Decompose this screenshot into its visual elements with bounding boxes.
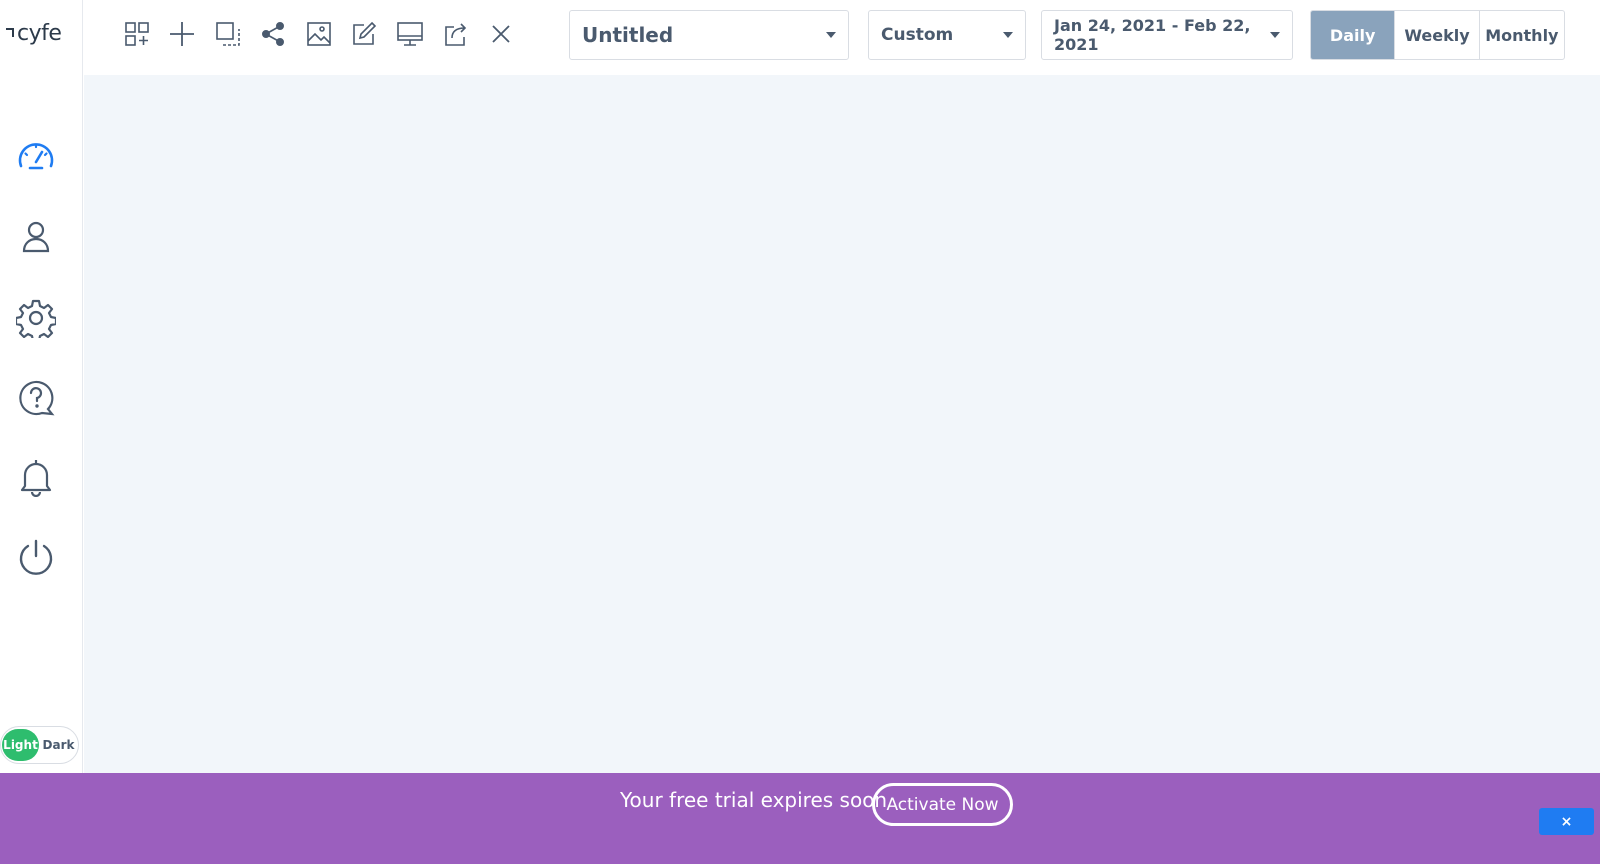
- dashboard-select[interactable]: Untitled: [569, 10, 849, 60]
- chevron-down-icon: [826, 32, 836, 38]
- trial-message: Your free trial expires soon: [620, 788, 888, 812]
- chevron-down-icon: [1270, 32, 1280, 38]
- period-daily-button[interactable]: Daily: [1311, 11, 1395, 59]
- chevron-down-icon: [1003, 32, 1013, 38]
- date-range-select[interactable]: Jan 24, 2021 - Feb 22, 2021: [1041, 10, 1293, 60]
- cyfe-logo[interactable]: cyfe: [6, 18, 72, 48]
- logo-divider: [82, 0, 83, 75]
- period-weekly-button[interactable]: Weekly: [1394, 11, 1478, 59]
- theme-toggle[interactable]: Light Dark: [0, 726, 79, 764]
- range-select-value: Custom: [881, 25, 954, 45]
- image-icon[interactable]: [304, 19, 334, 49]
- settings-icon[interactable]: [15, 297, 57, 339]
- logout-icon[interactable]: [15, 537, 57, 579]
- theme-dark-option[interactable]: Dark: [39, 738, 78, 752]
- period-toggle: Daily Weekly Monthly: [1310, 10, 1565, 60]
- top-bar: cyfe Untitled Custom Jan 24, 2021 - Feb …: [0, 0, 1600, 75]
- logo-text: cyfe: [17, 20, 62, 46]
- trial-banner: [0, 773, 1600, 864]
- close-icon[interactable]: [486, 19, 516, 49]
- select-icon[interactable]: [213, 19, 243, 49]
- activate-now-button[interactable]: Activate Now: [872, 783, 1013, 826]
- theme-light-option[interactable]: Light: [2, 729, 39, 761]
- dashboard-select-value: Untitled: [582, 23, 674, 47]
- plus-icon[interactable]: [167, 19, 197, 49]
- banner-close-button[interactable]: ×: [1539, 808, 1594, 835]
- add-widget-icon[interactable]: [122, 19, 152, 49]
- help-icon[interactable]: [15, 377, 57, 419]
- notifications-icon[interactable]: [15, 456, 57, 498]
- display-icon[interactable]: [395, 19, 425, 49]
- edit-icon[interactable]: [349, 19, 379, 49]
- dashboard-canvas[interactable]: [84, 75, 1600, 773]
- range-select[interactable]: Custom: [868, 10, 1026, 60]
- dashboard-icon[interactable]: [15, 136, 57, 178]
- account-icon[interactable]: [15, 216, 57, 258]
- date-range-value: Jan 24, 2021 - Feb 22, 2021: [1054, 16, 1251, 54]
- logo-mark-icon: [6, 27, 14, 37]
- export-icon[interactable]: [441, 19, 471, 49]
- period-monthly-button[interactable]: Monthly: [1478, 11, 1564, 59]
- share-icon[interactable]: [258, 19, 288, 49]
- sidebar: Light Dark: [0, 75, 83, 773]
